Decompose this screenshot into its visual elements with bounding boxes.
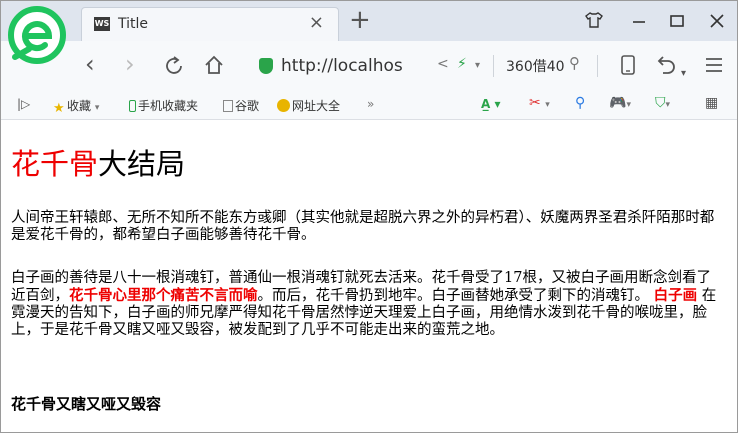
address-url[interactable]: http://localhos	[281, 56, 403, 76]
bookmark-google[interactable]: 谷歌	[223, 97, 259, 114]
mobile-icon	[129, 100, 136, 112]
navigation-bar: ‹ › http://localhos < ⚡ ▾ 360借40 ⚲ ▾	[1, 41, 737, 91]
phone-icon[interactable]	[621, 55, 635, 75]
search-icon[interactable]: ⚲	[569, 54, 580, 72]
globe-icon	[277, 99, 290, 112]
page-icon	[223, 100, 233, 112]
more-bookmarks-icon[interactable]: »	[367, 97, 374, 111]
menu-icon[interactable]	[705, 57, 723, 73]
search-box[interactable]: 360借40	[506, 56, 565, 76]
close-tab-icon[interactable]: ×	[309, 12, 324, 33]
divider	[493, 55, 494, 77]
highlight-text: 花千骨心里那个痛苦不言而喻	[69, 287, 258, 304]
star-icon: ★	[53, 101, 65, 116]
shirt-icon[interactable]	[585, 11, 603, 29]
bookmarks-bar: |▷ ★ 收藏 ▾ 手机收藏夹 谷歌 网址大全 » A̲ ▾ ✂ ▾ ⚲ 🎮▾ ⛉…	[1, 91, 737, 120]
security-shield-icon	[259, 58, 273, 74]
bookmark-sites[interactable]: 网址大全	[277, 97, 340, 114]
paragraph-2: 白子画的善待是八十一根消魂钉，普通仙一根消魂钉就死去活来。花千骨受了17根，又被…	[11, 270, 717, 338]
tab-title: Title	[118, 16, 149, 32]
close-window-icon[interactable]	[709, 13, 725, 29]
article-title: 花千骨大结局	[11, 147, 185, 181]
title-highlight: 花千骨	[11, 147, 99, 181]
paragraph-1: 人间帝王轩辕郎、无所不知所不能东方彧卿（其实他就是超脱六界之外的异朽君）、妖魔两…	[11, 210, 715, 243]
new-tab-icon[interactable]: +	[349, 7, 371, 33]
apps-grid-icon[interactable]: ▦	[705, 95, 718, 111]
title-rest: 大结局	[98, 147, 186, 181]
chevron-down-icon: ▾	[94, 103, 100, 113]
page-content: 花千骨大结局 人间帝王轩辕郎、无所不知所不能东方彧卿（其实他就是超脱六界之外的异…	[1, 119, 737, 432]
sidebar-toggle-icon[interactable]: |▷	[17, 97, 30, 111]
browser-logo-icon	[8, 6, 66, 64]
tab-active[interactable]: WS Title ×	[81, 7, 339, 41]
chevron-down-icon[interactable]: ▾	[475, 60, 480, 71]
divider	[597, 55, 598, 77]
undo-icon[interactable]	[655, 55, 677, 75]
gamepad-icon[interactable]: 🎮▾	[609, 95, 631, 111]
minimize-icon[interactable]	[631, 13, 647, 29]
bookmark-favorites[interactable]: ★ 收藏 ▾	[53, 97, 99, 115]
lightning-icon[interactable]: ⚡	[457, 56, 467, 72]
tab-strip: WS Title × +	[1, 1, 737, 64]
page-favicon-icon: WS	[94, 17, 110, 31]
security-guard-icon[interactable]: ⛉▾	[655, 95, 670, 111]
reload-icon[interactable]	[163, 55, 185, 77]
home-icon[interactable]	[203, 54, 225, 76]
browser-window: WS Title × + ‹ › http://localhos < ⚡ ▾ 3…	[0, 0, 738, 433]
translate-icon[interactable]: A̲ ▾	[481, 97, 501, 111]
share-icon[interactable]: <	[437, 56, 449, 72]
back-icon[interactable]: ‹	[85, 51, 95, 77]
address-bar[interactable]: http://localhos < ⚡ ▾	[251, 51, 487, 81]
forward-icon[interactable]: ›	[125, 51, 135, 77]
chevron-down-icon[interactable]: ▾	[681, 61, 686, 87]
maximize-icon[interactable]	[669, 13, 685, 29]
magnifier-icon[interactable]: ⚲	[575, 95, 585, 111]
highlight-name: 白子画	[653, 287, 698, 304]
bookmark-mobile[interactable]: 手机收藏夹	[129, 97, 198, 114]
scissors-icon[interactable]: ✂ ▾	[529, 95, 550, 111]
article-subtitle: 花千骨又瞎又哑又毁容	[11, 395, 162, 413]
